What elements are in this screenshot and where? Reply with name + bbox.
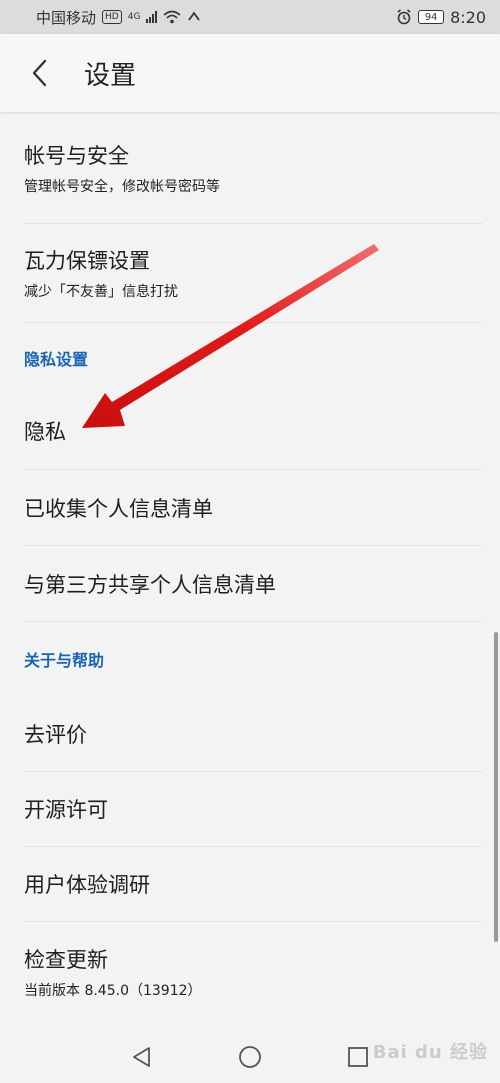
user-research-title: 用户体验调研 xyxy=(24,873,150,897)
shared-info-list-title: 与第三方共享个人信息清单 xyxy=(24,572,276,597)
privacy-item[interactable]: 隐私 xyxy=(24,393,482,470)
battery-level: 94 xyxy=(424,11,438,23)
open-source-license-item[interactable]: 开源许可 xyxy=(24,772,482,847)
hd-badge: HD xyxy=(102,10,122,24)
bodyguard-settings-title: 瓦力保镖设置 xyxy=(24,249,150,273)
signal-icon xyxy=(146,11,158,23)
watermark: Bai du 经验 xyxy=(372,1042,488,1063)
bodyguard-settings-subtitle: 减少「不友善」信息打扰 xyxy=(24,284,178,300)
rate-title: 去评价 xyxy=(24,722,87,747)
nav-recents-button[interactable] xyxy=(344,1043,372,1071)
wifi-icon xyxy=(163,10,181,24)
square-recents-icon xyxy=(348,1046,368,1067)
app-header: 设置 xyxy=(0,34,500,112)
user-research-item[interactable]: 用户体验调研 xyxy=(24,847,482,922)
back-button[interactable] xyxy=(0,34,80,112)
collected-info-list-item[interactable]: 已收集个人信息清单 xyxy=(24,470,482,546)
status-right: 94 8:20 xyxy=(396,8,486,27)
nav-home-button[interactable] xyxy=(236,1043,264,1071)
check-update-item[interactable]: 检查更新 当前版本 8.45.0（13912） xyxy=(24,922,482,1022)
about-help-section-header: 关于与帮助 xyxy=(24,651,105,670)
status-bar: 中国移动 HD 4G 94 8:20 xyxy=(0,0,500,34)
scrollbar[interactable] xyxy=(494,632,498,942)
account-security-title: 帐号与安全 xyxy=(24,143,129,168)
collected-info-list-title: 已收集个人信息清单 xyxy=(24,496,213,521)
network-type: 4G xyxy=(127,12,141,22)
open-source-license-title: 开源许可 xyxy=(24,798,108,822)
nav-back-button[interactable] xyxy=(128,1043,156,1071)
battery-icon: 94 xyxy=(418,10,445,24)
clock: 8:20 xyxy=(450,7,486,27)
settings-screen: 中国移动 HD 4G 94 8:20 设置 帐号与安全 管理帐号安全，修改帐号密… xyxy=(0,0,500,1083)
shared-info-list-item[interactable]: 与第三方共享个人信息清单 xyxy=(24,546,482,622)
circle-home-icon xyxy=(239,1045,261,1068)
privacy-title: 隐私 xyxy=(24,420,66,444)
triangle-back-icon xyxy=(133,1046,150,1067)
check-update-subtitle: 当前版本 8.45.0（13912） xyxy=(24,983,202,999)
account-security-item[interactable]: 帐号与安全 管理帐号安全，修改帐号密码等 xyxy=(24,112,482,224)
carrier-name: 中国移动 xyxy=(36,8,97,27)
rate-item[interactable]: 去评价 xyxy=(24,696,482,772)
account-security-subtitle: 管理帐号安全，修改帐号密码等 xyxy=(24,178,220,195)
nfc-icon xyxy=(188,11,201,21)
status-left: 中国移动 HD 4G xyxy=(36,7,201,28)
privacy-section-header: 隐私设置 xyxy=(24,350,89,369)
chevron-left-icon xyxy=(32,59,47,87)
alarm-icon xyxy=(397,9,411,25)
settings-list: 帐号与安全 管理帐号安全，修改帐号密码等 瓦力保镖设置 减少「不友善」信息打扰 … xyxy=(0,112,500,1022)
bodyguard-settings-item[interactable]: 瓦力保镖设置 减少「不友善」信息打扰 xyxy=(24,224,482,323)
check-update-title: 检查更新 xyxy=(24,948,108,972)
page-title: 设置 xyxy=(84,60,137,91)
